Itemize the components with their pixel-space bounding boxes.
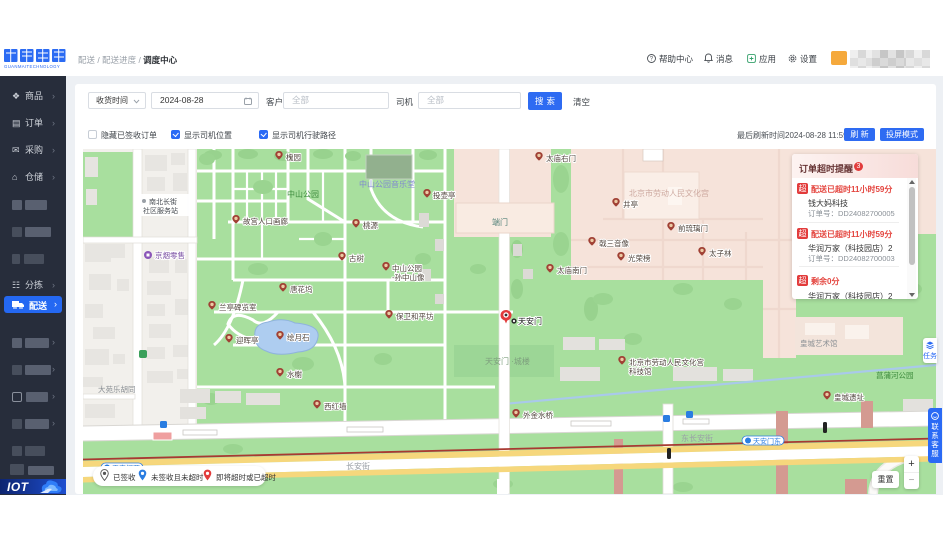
svg-text:水榭: 水榭 xyxy=(287,369,302,379)
svg-text:绘月石: 绘月石 xyxy=(287,332,310,342)
svg-text:光荣榜: 光荣榜 xyxy=(628,253,651,263)
svg-text:天安门 ·城楼: 天安门 ·城楼 xyxy=(485,356,530,366)
svg-text:桃源: 桃源 xyxy=(363,220,378,230)
svg-text:外金水桥: 外金水桥 xyxy=(523,410,553,420)
svg-text:投壶亭: 投壶亭 xyxy=(433,190,456,200)
svg-text:槐园: 槐园 xyxy=(286,152,301,162)
svg-text:中山公园: 中山公园 xyxy=(287,189,319,199)
svg-text:南北长街: 南北长街 xyxy=(149,197,177,206)
svg-text:科技馆: 科技馆 xyxy=(629,366,652,376)
svg-text:-孙中山像: -孙中山像 xyxy=(392,272,425,282)
svg-text:京烟零售: 京烟零售 xyxy=(155,250,185,260)
svg-text:长安街: 长安街 xyxy=(346,461,370,471)
svg-text:戟三音像: 戟三音像 xyxy=(599,238,629,248)
svg-text:唐花坞: 唐花坞 xyxy=(290,284,313,294)
svg-text:迎晖亭: 迎晖亭 xyxy=(236,335,259,345)
svg-text:故宫人口画廊: 故宫人口画廊 xyxy=(243,216,288,226)
svg-text:兰亭碑览室: 兰亭碑览室 xyxy=(219,302,257,312)
svg-text:天安门: 天安门 xyxy=(518,316,542,326)
svg-text:井亭: 井亭 xyxy=(623,199,638,209)
svg-text:保卫和平坊: 保卫和平坊 xyxy=(396,311,434,321)
svg-text:前琉璃门: 前琉璃门 xyxy=(678,223,708,233)
svg-text:社区服务站: 社区服务站 xyxy=(143,206,178,215)
svg-text:中山公园: 中山公园 xyxy=(392,263,422,273)
svg-text:皇城遗址: 皇城遗址 xyxy=(834,392,864,402)
svg-text:菖蒲河公园: 菖蒲河公园 xyxy=(876,370,914,380)
svg-text:天安门东: 天安门东 xyxy=(753,437,781,446)
svg-text:北京市劳动人民文化宫: 北京市劳动人民文化宫 xyxy=(629,188,709,198)
svg-text:皇城艺术馆: 皇城艺术馆 xyxy=(800,338,838,348)
svg-text:太庙南门: 太庙南门 xyxy=(557,265,587,275)
svg-text:太庙右门: 太庙右门 xyxy=(546,153,576,163)
svg-text:中山公园音乐堂: 中山公园音乐堂 xyxy=(359,179,415,189)
svg-text:东长安街: 东长安街 xyxy=(681,433,713,443)
svg-text:太子林: 太子林 xyxy=(709,248,732,258)
svg-text:大苑乐胡同: 大苑乐胡同 xyxy=(98,384,136,394)
svg-text:北京市劳动人民文化宫: 北京市劳动人民文化宫 xyxy=(629,357,704,367)
svg-text:GUANMAITECHNOLOGY: GUANMAITECHNOLOGY xyxy=(4,64,60,69)
svg-text:古树: 古树 xyxy=(349,253,364,263)
svg-text:西红墙: 西红墙 xyxy=(324,401,347,411)
svg-text:端门: 端门 xyxy=(492,217,508,227)
